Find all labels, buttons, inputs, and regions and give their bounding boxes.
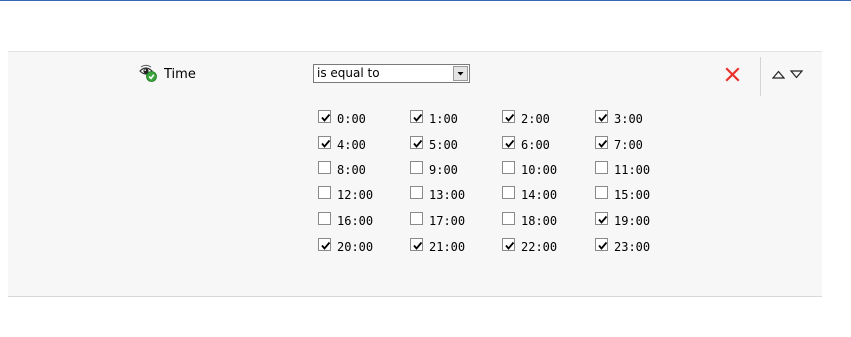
checkbox[interactable] xyxy=(595,136,608,149)
checkbox[interactable] xyxy=(502,136,515,149)
triangle-down-icon xyxy=(790,70,803,79)
hour-label: 10:00 xyxy=(521,163,558,177)
checkmark-icon xyxy=(598,113,608,122)
checkmark-icon xyxy=(321,113,331,122)
checkmark-icon xyxy=(598,139,608,148)
hour-label: 0:00 xyxy=(337,112,366,126)
hour-label: 11:00 xyxy=(614,163,651,177)
hour-label: 15:00 xyxy=(614,188,651,202)
checkbox[interactable] xyxy=(410,161,423,174)
hour-label: 14:00 xyxy=(521,188,558,202)
checkmark-icon xyxy=(598,215,608,224)
hour-label: 9:00 xyxy=(429,163,458,177)
checkbox[interactable] xyxy=(410,110,423,123)
operator-select-value: is equal to xyxy=(317,66,380,80)
checkbox[interactable] xyxy=(502,161,515,174)
hour-label: 4:00 xyxy=(337,138,366,152)
hour-label: 22:00 xyxy=(521,240,558,254)
checkbox[interactable] xyxy=(318,238,331,251)
checkbox[interactable] xyxy=(410,186,423,199)
checkmark-icon xyxy=(321,139,331,148)
checkbox[interactable] xyxy=(318,136,331,149)
hour-label: 17:00 xyxy=(429,214,466,228)
hour-label: 18:00 xyxy=(521,214,558,228)
hour-label: 2:00 xyxy=(521,112,550,126)
triangle-up-icon xyxy=(772,70,785,79)
close-x-icon xyxy=(725,67,740,82)
hour-label: 19:00 xyxy=(614,214,651,228)
checkbox[interactable] xyxy=(318,212,331,225)
checkmark-icon xyxy=(598,241,608,250)
checkbox[interactable] xyxy=(595,212,608,225)
remove-rule-button[interactable] xyxy=(725,67,740,82)
hour-label: 16:00 xyxy=(337,214,374,228)
hour-label: 23:00 xyxy=(614,240,651,254)
chevron-down-icon xyxy=(457,72,464,76)
checkbox[interactable] xyxy=(502,110,515,123)
checkbox[interactable] xyxy=(502,238,515,251)
hour-label: 12:00 xyxy=(337,188,374,202)
checkbox[interactable] xyxy=(502,212,515,225)
visibility-check-icon xyxy=(139,64,157,82)
checkmark-icon xyxy=(505,139,515,148)
checkbox[interactable] xyxy=(410,212,423,225)
checkbox[interactable] xyxy=(595,161,608,174)
hour-label: 1:00 xyxy=(429,112,458,126)
hour-label: 21:00 xyxy=(429,240,466,254)
checkmark-icon xyxy=(321,241,331,250)
checkbox[interactable] xyxy=(410,238,423,251)
checkbox[interactable] xyxy=(595,186,608,199)
checkbox[interactable] xyxy=(502,186,515,199)
hour-label: 20:00 xyxy=(337,240,374,254)
checkmark-icon xyxy=(413,241,423,250)
hour-label: 13:00 xyxy=(429,188,466,202)
operator-select[interactable]: is equal to xyxy=(313,64,470,83)
top-divider xyxy=(0,0,851,1)
checkmark-icon xyxy=(413,139,423,148)
hour-label: 5:00 xyxy=(429,138,458,152)
hour-label: 7:00 xyxy=(614,138,643,152)
checkbox[interactable] xyxy=(318,161,331,174)
checkmark-icon xyxy=(413,113,423,122)
checkmark-icon xyxy=(505,113,515,122)
checkbox[interactable] xyxy=(595,238,608,251)
hour-label: 6:00 xyxy=(521,138,550,152)
checkmark-icon xyxy=(505,241,515,250)
dropdown-arrow-button[interactable] xyxy=(453,66,468,81)
time-rule-panel xyxy=(8,51,822,297)
move-up-button[interactable] xyxy=(772,70,785,79)
hour-label: 3:00 xyxy=(614,112,643,126)
rule-name-label: Time xyxy=(164,67,196,82)
move-down-button[interactable] xyxy=(790,70,803,79)
checkbox[interactable] xyxy=(318,110,331,123)
actions-divider xyxy=(760,57,761,96)
hour-label: 8:00 xyxy=(337,163,366,177)
checkbox[interactable] xyxy=(410,136,423,149)
checkbox[interactable] xyxy=(318,186,331,199)
checkbox[interactable] xyxy=(595,110,608,123)
